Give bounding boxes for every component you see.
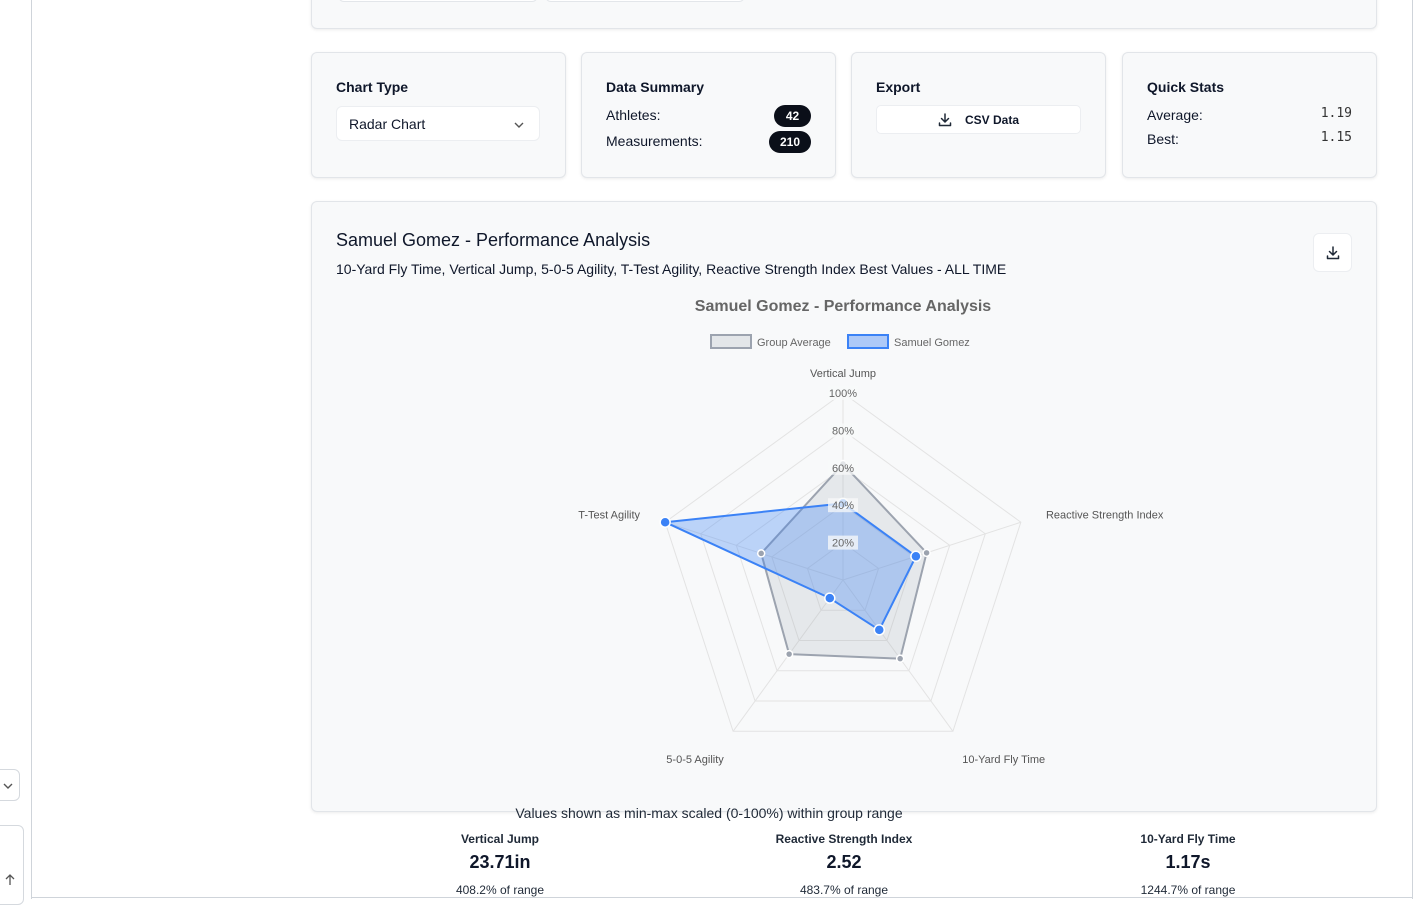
metric-name: Reactive Strength Index [775,832,913,846]
legend-label: Samuel Gomez [894,337,970,349]
scaling-footnote: Values shown as min-max scaled (0-100%) … [515,805,903,821]
radar-point [784,649,794,659]
tick-label: 20% [832,538,854,550]
metric-range: 408.2% of range [455,883,545,897]
radar-point [895,654,905,663]
legend-swatch [847,334,889,349]
radar-point [756,549,766,558]
legend-label: Group Average [757,337,831,349]
axis-label: T-Test Agility [578,510,640,522]
axis-label: 5-0-5 Agility [666,754,724,766]
radar-chart: Samuel Gomez - Performance Analysis Group… [578,298,1164,766]
radar-point [922,548,931,558]
metric-range: 483.7% of range [799,883,889,897]
radar-point [824,592,836,604]
metric-value: 1.17s [1165,852,1211,872]
metric-value: 23.71in [469,852,531,872]
tick-label: 100% [829,388,857,400]
metric-name: 10-Yard Fly Time [1140,832,1236,846]
chart-title: Samuel Gomez - Performance Analysis [695,298,992,315]
metric-name: Vertical Jump [460,832,540,846]
legend-swatch [710,334,752,349]
radar-point [659,516,671,528]
metric-range: 1244.7% of range [1140,883,1236,897]
radar-point [910,550,922,563]
axis-label: Reactive Strength Index [1046,510,1164,522]
tick-label: 40% [832,500,854,512]
radar-point [873,624,886,636]
axis-label: Vertical Jump [810,368,876,380]
axis-label: 10-Yard Fly Time [962,754,1045,766]
tick-label: 80% [832,425,854,437]
tick-label: 60% [832,463,854,475]
metric-value: 2.52 [826,852,862,872]
